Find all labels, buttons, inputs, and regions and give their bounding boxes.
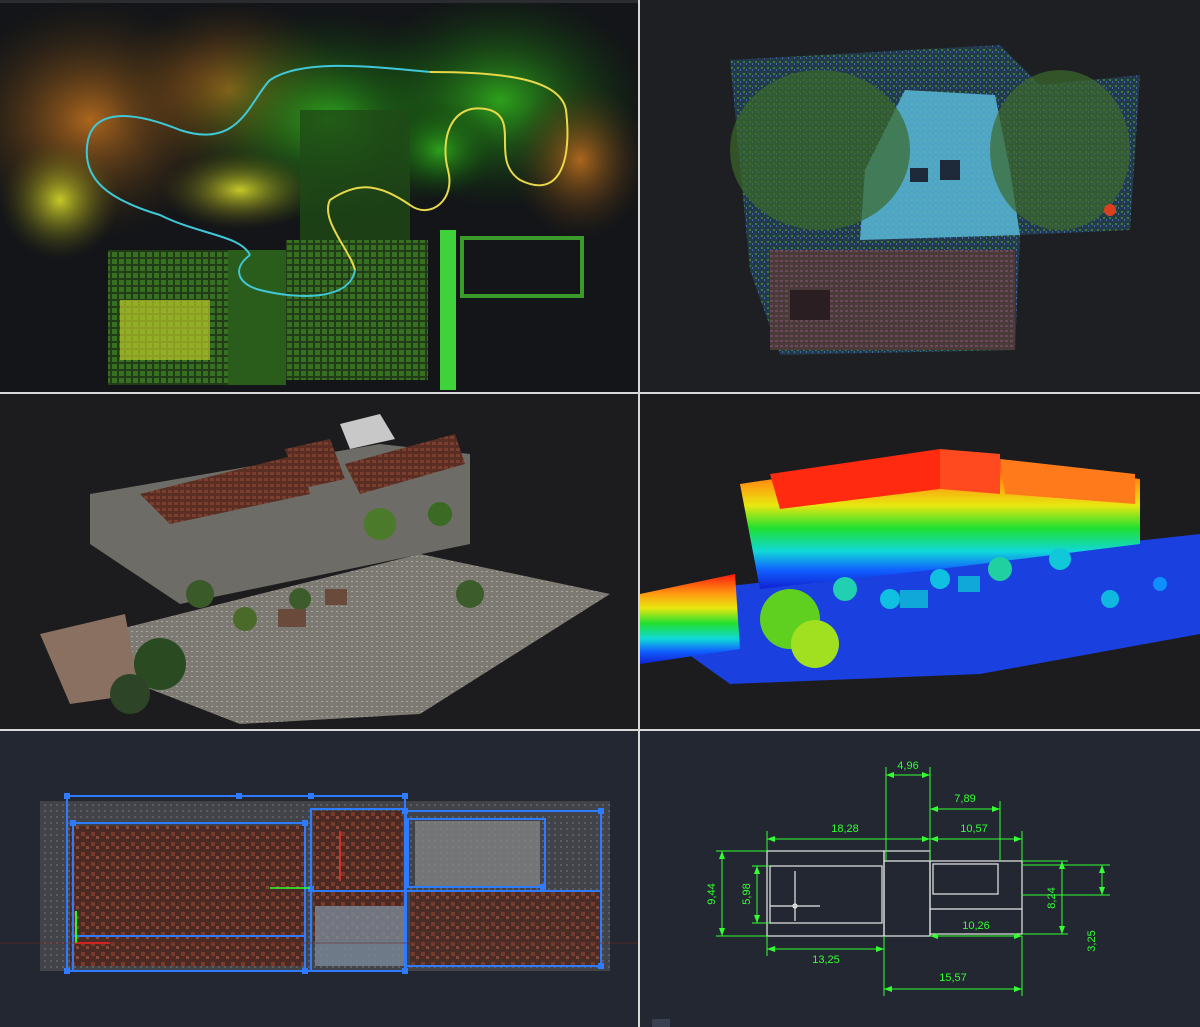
rgb-perspective-canvas xyxy=(0,394,638,729)
dim-label-10-26: 10,26 xyxy=(962,920,990,932)
horizontal-divider-bottom xyxy=(0,729,1200,731)
dim-label-7-89: 7,89 xyxy=(954,793,975,805)
topdown-scan-trajectory-panel xyxy=(0,0,638,392)
vertical-divider xyxy=(638,0,640,1027)
intensity-canvas xyxy=(640,0,1200,392)
dim-label-10-57: 10,57 xyxy=(960,823,988,835)
dim-label-5-98: 5,98 xyxy=(741,883,753,904)
topdown-intensity-panel xyxy=(640,0,1200,392)
dim-label-9-44: 9,44 xyxy=(706,883,718,904)
dim-label-8-24: 8,24 xyxy=(1046,887,1058,908)
horizontal-divider-top xyxy=(0,392,1200,394)
perspective-elevation-panel xyxy=(640,394,1200,729)
floorplan-overlay-panel xyxy=(0,731,638,1027)
dim-label-15-57: 15,57 xyxy=(939,972,967,984)
perspective-rgb-panel xyxy=(0,394,638,729)
dim-label-13-25: 13,25 xyxy=(812,954,840,966)
dim-label-3-25: 3,25 xyxy=(1086,930,1098,951)
cad-dimension-panel: 4,96 7,89 18,28 10,57 9,44 5,98 8,24 13,… xyxy=(640,731,1200,1027)
elevation-canvas xyxy=(640,394,1200,729)
ucs-icon xyxy=(652,1019,670,1027)
cad-drawing-canvas: 4,96 7,89 18,28 10,57 9,44 5,98 8,24 13,… xyxy=(640,731,1200,1027)
floorplan-canvas xyxy=(0,731,638,1027)
dim-label-18-28: 18,28 xyxy=(831,823,859,835)
dim-label-4-96: 4,96 xyxy=(897,760,918,772)
scan-trajectory-canvas xyxy=(0,0,638,392)
